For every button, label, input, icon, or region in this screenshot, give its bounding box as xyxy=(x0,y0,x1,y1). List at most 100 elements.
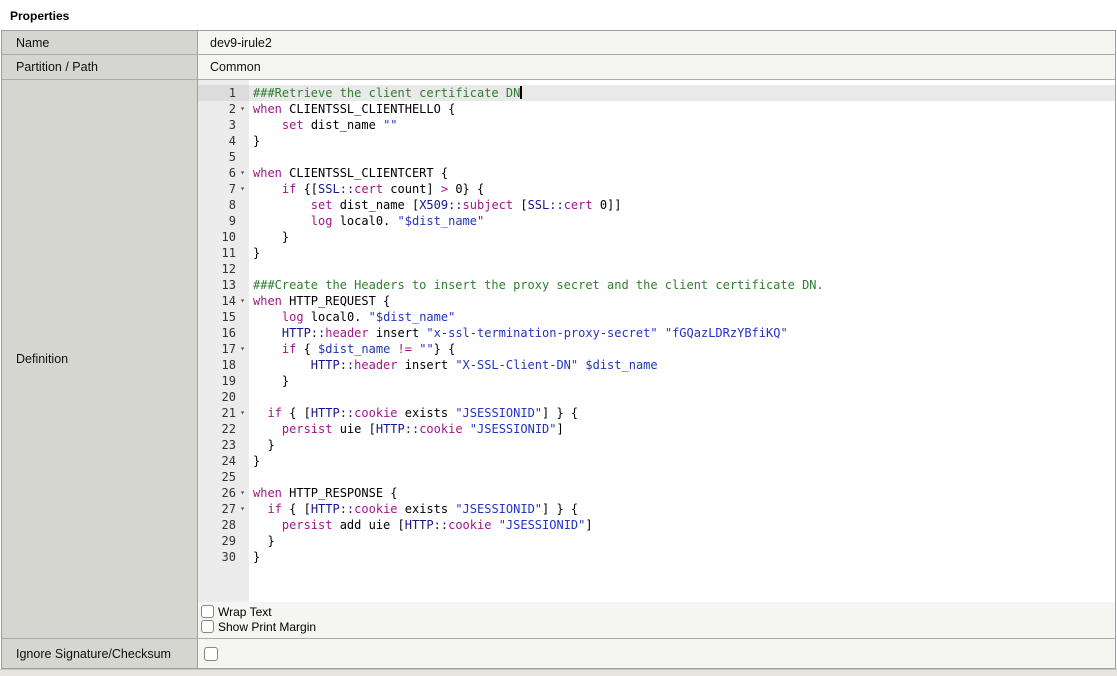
code-line[interactable]: 4} xyxy=(198,133,1115,149)
code-text: log local0. "$dist_name" xyxy=(249,213,1115,229)
code-line[interactable]: 20 xyxy=(198,389,1115,405)
fold-spacer xyxy=(236,517,249,533)
code-text: when HTTP_REQUEST { xyxy=(249,293,1115,309)
code-text: set dist_name "" xyxy=(249,117,1115,133)
line-number: 11 xyxy=(198,245,236,261)
line-number: 21 xyxy=(198,405,236,421)
code-line[interactable]: 9 log local0. "$dist_name" xyxy=(198,213,1115,229)
line-number: 27 xyxy=(198,501,236,517)
line-number: 20 xyxy=(198,389,236,405)
fold-toggle-icon[interactable]: ▾ xyxy=(236,405,249,421)
fold-toggle-icon[interactable]: ▾ xyxy=(236,341,249,357)
partition-label: Partition / Path xyxy=(2,55,198,79)
fold-spacer xyxy=(236,453,249,469)
line-number: 10 xyxy=(198,229,236,245)
code-text: when HTTP_RESPONSE { xyxy=(249,485,1115,501)
code-line[interactable]: 18 HTTP::header insert "X-SSL-Client-DN"… xyxy=(198,357,1115,373)
show-print-margin-option: Show Print Margin xyxy=(201,619,1115,634)
code-text: ###Create the Headers to insert the prox… xyxy=(249,277,1115,293)
code-text: } xyxy=(249,533,1115,549)
code-text: persist add uie [HTTP::cookie "JSESSIONI… xyxy=(249,517,1115,533)
code-line[interactable]: 24} xyxy=(198,453,1115,469)
fold-toggle-icon[interactable]: ▾ xyxy=(236,485,249,501)
line-number: 6 xyxy=(198,165,236,181)
code-line[interactable]: 17▾ if { $dist_name != ""} { xyxy=(198,341,1115,357)
code-line[interactable]: 23 } xyxy=(198,437,1115,453)
code-text: } xyxy=(249,229,1115,245)
line-number: 25 xyxy=(198,469,236,485)
line-number: 12 xyxy=(198,261,236,277)
ignore-signature-checkbox[interactable] xyxy=(204,647,218,661)
panel-title: Properties xyxy=(0,0,1117,30)
wrap-text-label: Wrap Text xyxy=(214,605,272,619)
text-cursor xyxy=(520,86,522,99)
fold-toggle-icon[interactable]: ▾ xyxy=(236,501,249,517)
code-line[interactable]: 3 set dist_name "" xyxy=(198,117,1115,133)
code-line[interactable]: 22 persist uie [HTTP::cookie "JSESSIONID… xyxy=(198,421,1115,437)
code-line[interactable]: 13###Create the Headers to insert the pr… xyxy=(198,277,1115,293)
code-line[interactable]: 12 xyxy=(198,261,1115,277)
fold-spacer xyxy=(236,533,249,549)
fold-toggle-icon[interactable]: ▾ xyxy=(236,165,249,181)
code-line[interactable]: 1###Retrieve the client certificate DN xyxy=(198,85,1115,101)
line-number: 4 xyxy=(198,133,236,149)
code-text: persist uie [HTTP::cookie "JSESSIONID"] xyxy=(249,421,1115,437)
code-line[interactable]: 10 } xyxy=(198,229,1115,245)
code-line[interactable]: 11} xyxy=(198,245,1115,261)
line-number: 24 xyxy=(198,453,236,469)
fold-toggle-icon[interactable]: ▾ xyxy=(236,101,249,117)
code-text xyxy=(249,469,1115,485)
code-line[interactable]: 29 } xyxy=(198,533,1115,549)
code-line[interactable]: 27▾ if { [HTTP::cookie exists "JSESSIONI… xyxy=(198,501,1115,517)
fold-spacer xyxy=(236,197,249,213)
code-line[interactable]: 2▾when CLIENTSSL_CLIENTHELLO { xyxy=(198,101,1115,117)
code-text: if { [HTTP::cookie exists "JSESSIONID"] … xyxy=(249,405,1115,421)
code-line[interactable]: 21▾ if { [HTTP::cookie exists "JSESSIONI… xyxy=(198,405,1115,421)
fold-spacer xyxy=(236,277,249,293)
code-text: when CLIENTSSL_CLIENTCERT { xyxy=(249,165,1115,181)
code-text: if { [HTTP::cookie exists "JSESSIONID"] … xyxy=(249,501,1115,517)
code-text: } xyxy=(249,373,1115,389)
code-line[interactable]: 28 persist add uie [HTTP::cookie "JSESSI… xyxy=(198,517,1115,533)
code-text: when CLIENTSSL_CLIENTHELLO { xyxy=(249,101,1115,117)
fold-spacer xyxy=(236,261,249,277)
show-print-margin-checkbox[interactable] xyxy=(201,620,214,633)
editor-lines: 1###Retrieve the client certificate DN2▾… xyxy=(198,80,1115,565)
code-text xyxy=(249,261,1115,277)
code-line[interactable]: 8 set dist_name [X509::subject [SSL::cer… xyxy=(198,197,1115,213)
partition-row: Partition / Path Common xyxy=(2,55,1115,80)
code-line[interactable]: 15 log local0. "$dist_name" xyxy=(198,309,1115,325)
fold-spacer xyxy=(236,309,249,325)
code-text: } xyxy=(249,133,1115,149)
show-print-margin-label: Show Print Margin xyxy=(214,620,316,634)
code-editor[interactable]: 1###Retrieve the client certificate DN2▾… xyxy=(198,80,1115,602)
wrap-text-checkbox[interactable] xyxy=(201,605,214,618)
code-line[interactable]: 14▾when HTTP_REQUEST { xyxy=(198,293,1115,309)
code-line[interactable]: 19 } xyxy=(198,373,1115,389)
code-line[interactable]: 25 xyxy=(198,469,1115,485)
ignore-signature-label: Ignore Signature/Checksum xyxy=(2,639,198,668)
fold-spacer xyxy=(236,549,249,565)
code-text xyxy=(249,389,1115,405)
fold-spacer xyxy=(236,213,249,229)
code-line[interactable]: 5 xyxy=(198,149,1115,165)
line-number: 17 xyxy=(198,341,236,357)
fold-spacer xyxy=(236,133,249,149)
fold-toggle-icon[interactable]: ▾ xyxy=(236,293,249,309)
code-line[interactable]: 26▾when HTTP_RESPONSE { xyxy=(198,485,1115,501)
wrap-text-option: Wrap Text xyxy=(201,604,1115,619)
line-number: 19 xyxy=(198,373,236,389)
line-number: 3 xyxy=(198,117,236,133)
code-line[interactable]: 6▾when CLIENTSSL_CLIENTCERT { xyxy=(198,165,1115,181)
code-line[interactable]: 7▾ if {[SSL::cert count] > 0} { xyxy=(198,181,1115,197)
code-text xyxy=(249,149,1115,165)
code-line[interactable]: 30} xyxy=(198,549,1115,565)
code-text: } xyxy=(249,437,1115,453)
line-number: 8 xyxy=(198,197,236,213)
fold-spacer xyxy=(236,437,249,453)
fold-spacer xyxy=(236,117,249,133)
fold-spacer xyxy=(236,85,249,101)
fold-spacer xyxy=(236,325,249,341)
fold-toggle-icon[interactable]: ▾ xyxy=(236,181,249,197)
code-line[interactable]: 16 HTTP::header insert "x-ssl-terminatio… xyxy=(198,325,1115,341)
